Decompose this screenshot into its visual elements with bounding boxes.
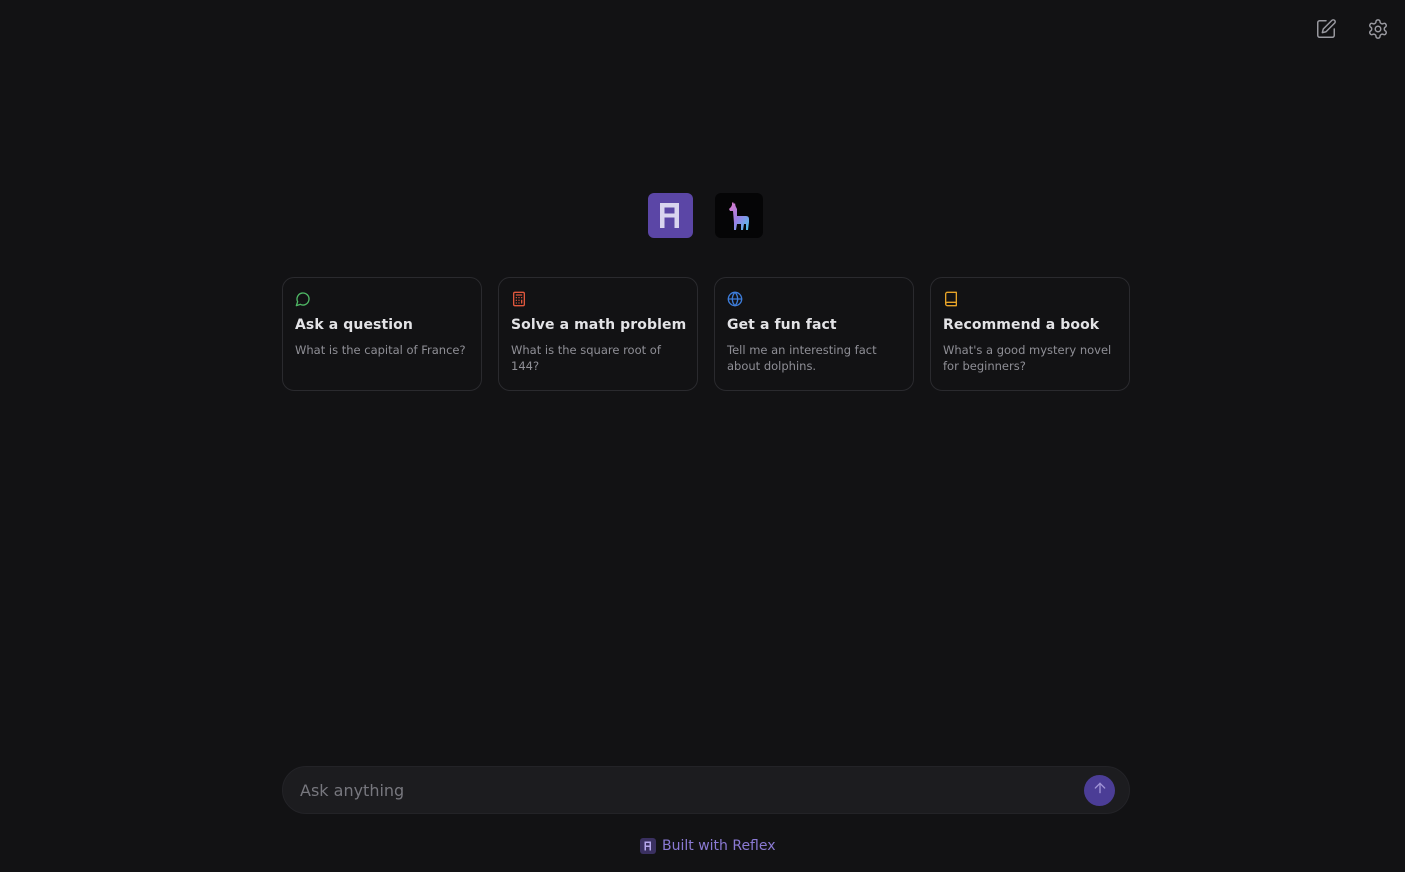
card-description: What is the capital of France? xyxy=(295,343,466,357)
reflex-logo xyxy=(648,193,693,238)
suggestion-card-recommend-book[interactable]: Recommend a book What's a good mystery n… xyxy=(930,277,1130,391)
settings-button[interactable] xyxy=(1367,18,1389,44)
chat-input[interactable] xyxy=(298,779,1084,801)
book-icon xyxy=(943,291,959,307)
message-circle-icon xyxy=(295,291,311,307)
card-description: What's a good mystery novel for beginner… xyxy=(943,343,1112,373)
llama-logo xyxy=(715,193,763,238)
top-actions xyxy=(1315,18,1389,44)
card-description: Tell me an interesting fact about dolphi… xyxy=(727,343,877,373)
reflex-mini-logo xyxy=(640,838,656,854)
globe-icon xyxy=(727,291,743,307)
card-title: Recommend a book xyxy=(943,317,1100,333)
suggestion-card-fun-fact[interactable]: Get a fun fact Tell me an interesting fa… xyxy=(714,277,914,391)
edit-icon xyxy=(1315,18,1337,44)
new-chat-button[interactable] xyxy=(1315,18,1337,44)
gear-icon xyxy=(1367,18,1389,44)
send-button[interactable] xyxy=(1084,774,1115,806)
calculator-icon xyxy=(511,291,527,307)
suggestion-cards: Ask a question What is the capital of Fr… xyxy=(282,277,1130,391)
footer-text: Built with Reflex xyxy=(662,838,776,854)
suggestion-card-math-problem[interactable]: Solve a math problem What is the square … xyxy=(498,277,698,391)
card-title: Solve a math problem xyxy=(511,317,687,333)
card-description: What is the square root of 144? xyxy=(511,343,661,373)
composer xyxy=(282,766,1130,814)
suggestion-card-ask-question[interactable]: Ask a question What is the capital of Fr… xyxy=(282,277,482,391)
card-title: Get a fun fact xyxy=(727,317,837,333)
arrow-up-icon xyxy=(1092,780,1108,800)
logo-row xyxy=(648,193,763,238)
card-title: Ask a question xyxy=(295,317,413,333)
built-with-reflex-link[interactable]: Built with Reflex xyxy=(640,838,776,854)
